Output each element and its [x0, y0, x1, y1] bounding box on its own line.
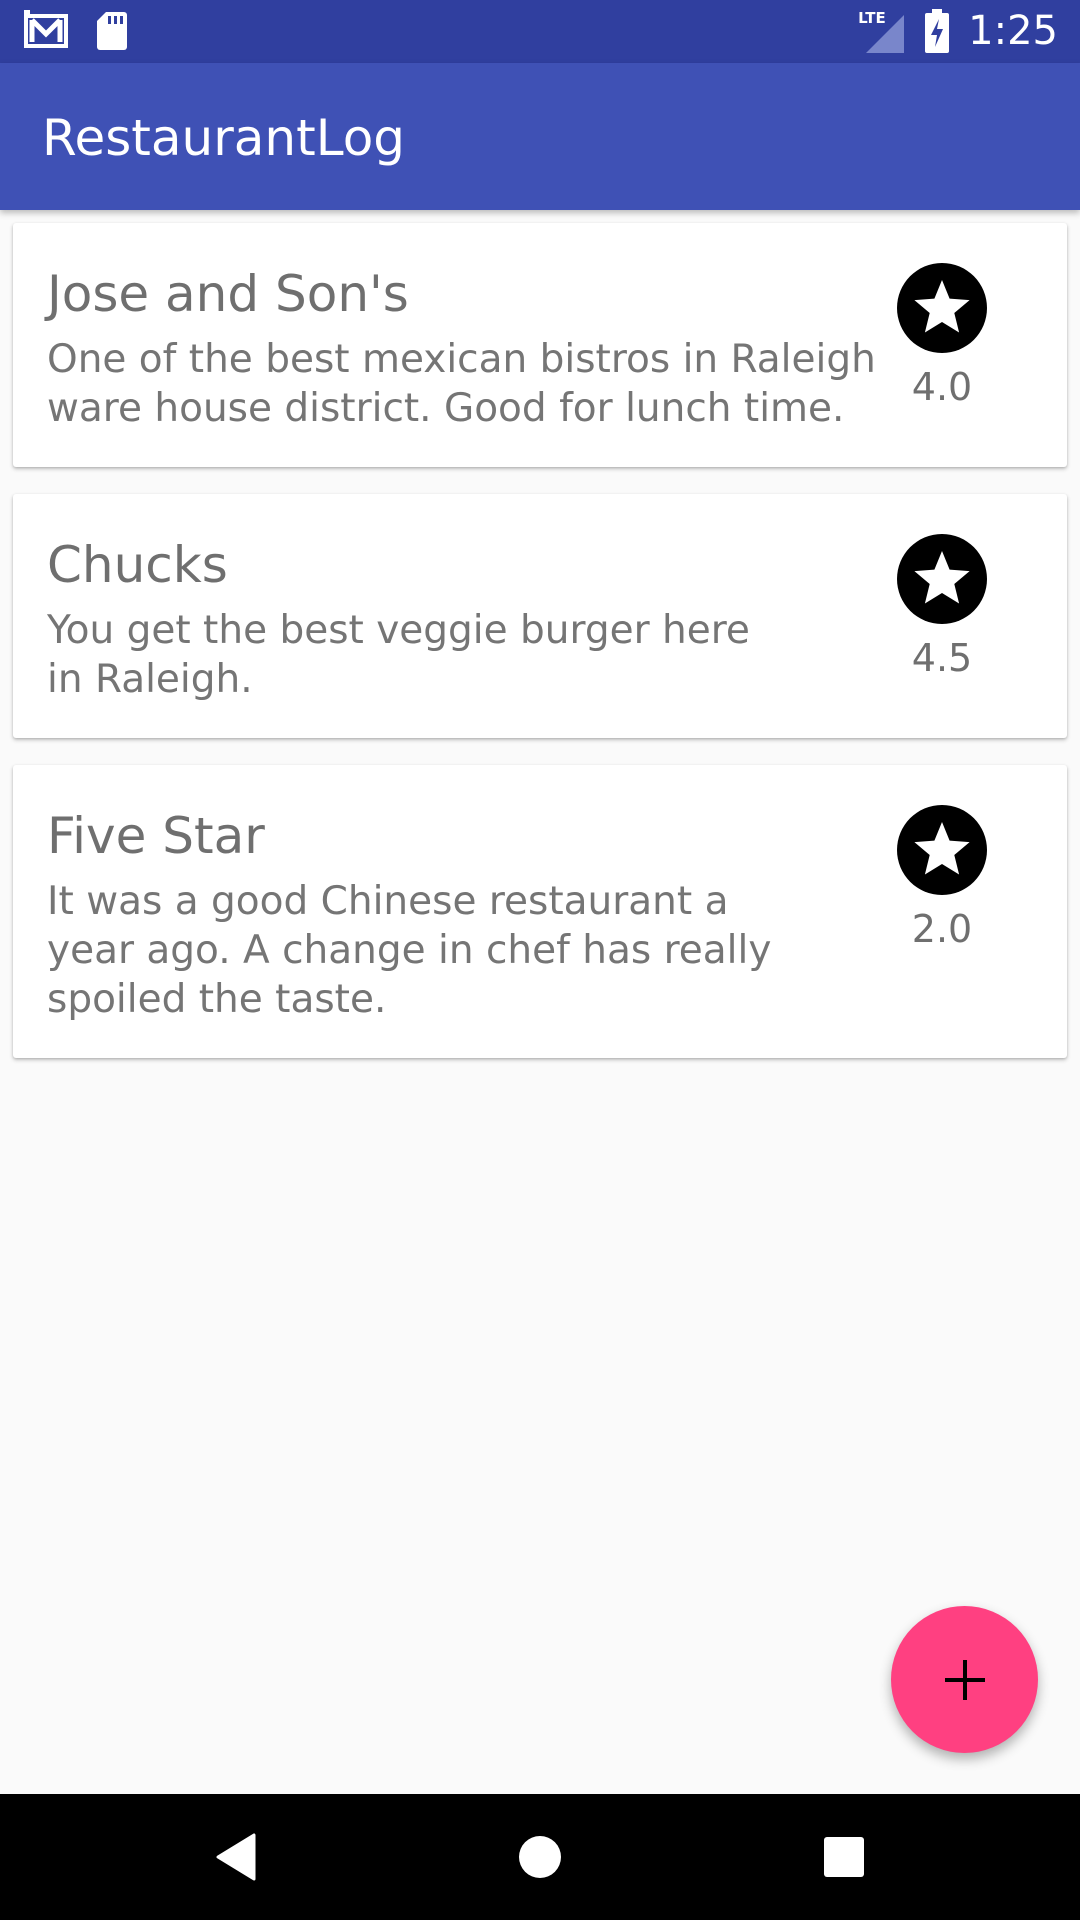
restaurant-card[interactable]: Five Star It was a good Chinese restaura… — [13, 765, 1067, 1058]
lte-signal-icon: LTE — [858, 9, 906, 53]
status-bar: LTE 1:25 — [0, 0, 1080, 63]
recents-icon — [824, 1837, 864, 1877]
back-icon — [216, 1833, 256, 1881]
battery-charging-icon — [925, 9, 950, 53]
restaurant-description: One of the best mexican bistros in Ralei… — [47, 337, 876, 431]
restaurant-card[interactable]: Jose and Son's One of the best mexican b… — [13, 223, 1067, 467]
rating-value: 4.0 — [911, 365, 973, 409]
star-icon — [897, 263, 987, 353]
star-icon — [897, 805, 987, 895]
restaurant-name: Jose and Son's — [47, 265, 409, 323]
status-clock: 1:25 — [968, 8, 1058, 54]
rating-value: 2.0 — [911, 907, 973, 951]
recents-button[interactable] — [814, 1827, 874, 1887]
gmail-icon — [24, 10, 68, 48]
app-bar: RestaurantLog — [0, 63, 1080, 210]
home-icon — [519, 1836, 561, 1878]
restaurant-description: You get the best veggie burger here in R… — [47, 608, 750, 702]
restaurant-name: Chucks — [47, 536, 228, 594]
restaurant-description: It was a good Chinese restaurant a year … — [47, 879, 772, 1022]
sd-card-icon — [97, 12, 127, 50]
home-button[interactable] — [510, 1827, 570, 1887]
restaurant-card[interactable]: Chucks You get the best veggie burger he… — [13, 494, 1067, 738]
add-restaurant-button[interactable] — [891, 1606, 1038, 1753]
star-icon — [897, 534, 987, 624]
back-button[interactable] — [206, 1827, 266, 1887]
app-title: RestaurantLog — [42, 109, 406, 167]
rating-value: 4.5 — [911, 636, 973, 680]
plus-icon — [944, 1659, 985, 1700]
restaurant-name: Five Star — [47, 807, 265, 865]
navigation-bar — [0, 1794, 1080, 1920]
